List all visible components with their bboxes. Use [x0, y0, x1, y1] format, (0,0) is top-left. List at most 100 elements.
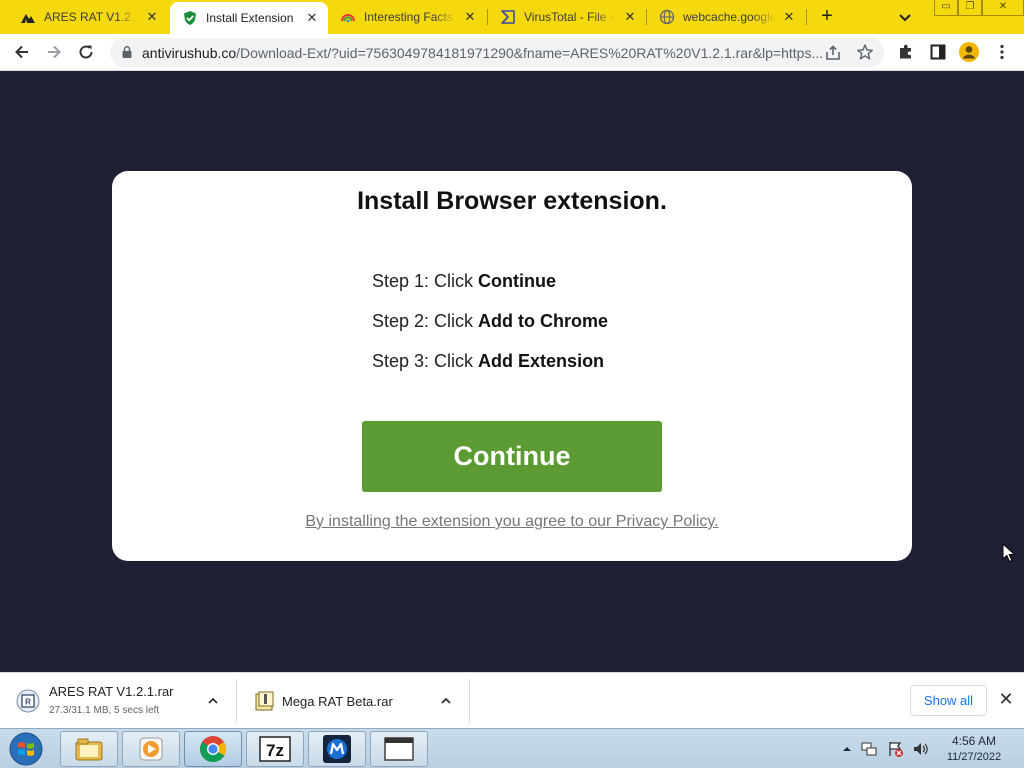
- tab-close-icon[interactable]: ✕: [304, 10, 320, 26]
- steps-list: Step 1: Click Continue Step 2: Click Add…: [372, 271, 608, 391]
- start-button[interactable]: [4, 731, 48, 767]
- tab-separator: [806, 9, 807, 25]
- archive-file-icon: [255, 691, 274, 711]
- network-icon[interactable]: [860, 740, 878, 758]
- url-text[interactable]: antivirushub.co/Download-Ext/?uid=756304…: [142, 45, 828, 61]
- mouse-cursor-icon: [1002, 543, 1016, 563]
- mountain-icon: [20, 9, 36, 25]
- lock-icon[interactable]: [120, 45, 134, 59]
- back-button[interactable]: [11, 41, 33, 63]
- taskbar-chrome[interactable]: [184, 731, 242, 767]
- install-card: Install Browser extension. Step 1: Click…: [112, 171, 912, 561]
- tab-title: ARES RAT V1.2.1.rar: [44, 10, 138, 24]
- chevron-up-icon[interactable]: [439, 694, 453, 708]
- rar-file-icon: R: [16, 689, 40, 713]
- tab-title: Interesting Facts - ...: [364, 10, 456, 24]
- download-filename: ARES RAT V1.2.1.rar: [49, 684, 174, 699]
- step-3: Step 3: Click Add Extension: [372, 351, 608, 391]
- download-progress-text: 27.3/31.1 MB, 5 secs left: [49, 705, 160, 716]
- download-item-mega-rat[interactable]: Mega RAT Beta.rar: [237, 673, 469, 729]
- profile-button[interactable]: [958, 41, 980, 63]
- tab-close-icon[interactable]: ✕: [462, 9, 478, 25]
- taskbar-explorer[interactable]: [60, 731, 118, 767]
- download-item-ares-rat[interactable]: R ARES RAT V1.2.1.rar 27.3/31.1 MB, 5 se…: [0, 673, 236, 729]
- download-shelf: R ARES RAT V1.2.1.rar 27.3/31.1 MB, 5 se…: [0, 672, 1024, 728]
- clock-date: 11/27/2022: [946, 751, 1002, 763]
- extensions-button[interactable]: [895, 41, 917, 63]
- tab-interesting-facts[interactable]: Interesting Facts - ... ✕: [328, 0, 486, 34]
- puzzle-icon: [900, 44, 911, 59]
- tab-install-extension[interactable]: Install Extension ✕: [170, 2, 328, 34]
- taskbar-window[interactable]: [370, 731, 428, 767]
- tab-title: VirusTotal - File - ...: [524, 10, 616, 24]
- shelf-close-icon[interactable]: ✕: [998, 690, 1014, 708]
- taskbar-clock[interactable]: 4:56 AM 11/27/2022: [936, 733, 1012, 765]
- tray-expand-icon[interactable]: [842, 744, 852, 754]
- avatar-icon: [959, 42, 979, 62]
- back-arrow-icon: [15, 45, 28, 59]
- svg-text:R: R: [25, 698, 31, 707]
- taskbar-7zip[interactable]: 7z: [246, 731, 304, 767]
- page-content: Install Browser extension. Step 1: Click…: [0, 71, 1024, 672]
- tab-title: Install Extension: [206, 11, 294, 25]
- tab-close-icon[interactable]: ✕: [622, 9, 638, 25]
- step-action: Add to Chrome: [478, 311, 609, 331]
- reload-icon: [79, 45, 93, 59]
- menu-button[interactable]: [991, 41, 1013, 63]
- system-tray: [842, 737, 930, 761]
- share-icon[interactable]: [824, 44, 842, 62]
- virustotal-icon: [500, 9, 516, 25]
- step-prefix: Step 1: Click: [372, 271, 479, 291]
- browser-toolbar: antivirushub.co/Download-Ext/?uid=756304…: [0, 34, 1024, 71]
- shield-check-icon: [182, 10, 198, 26]
- url-path: /Download-Ext/?uid=7563049784181971290&f…: [236, 45, 824, 61]
- tab-webcache[interactable]: webcache.googleusercontent ✕: [647, 0, 805, 34]
- volume-icon[interactable]: [912, 740, 930, 758]
- tab-search-chevron-icon[interactable]: [896, 8, 914, 26]
- minimize-button[interactable]: ▭: [934, 0, 958, 16]
- address-bar[interactable]: antivirushub.co/Download-Ext/?uid=756304…: [110, 38, 884, 67]
- windows-taskbar: 7z 4:56 AM 11/27/2022: [0, 728, 1024, 768]
- 7zip-label: 7z: [266, 741, 284, 760]
- bookmark-star-icon[interactable]: [856, 43, 874, 61]
- new-tab-button[interactable]: +: [816, 6, 838, 28]
- globe-icon: [659, 9, 675, 25]
- continue-button[interactable]: Continue: [362, 421, 662, 492]
- step-prefix: Step 2: Click: [372, 311, 479, 331]
- shelf-separator: [469, 679, 470, 723]
- step-action: Continue: [478, 271, 557, 291]
- taskbar-media-player[interactable]: [122, 731, 180, 767]
- step-prefix: Step 3: Click: [372, 351, 479, 371]
- windows-logo-icon: [9, 732, 43, 766]
- malwarebytes-icon: [323, 735, 351, 763]
- kebab-menu-icon: [1000, 44, 1004, 60]
- side-panel-button[interactable]: [927, 41, 949, 63]
- tab-virustotal[interactable]: VirusTotal - File - ... ✕: [488, 0, 646, 34]
- restore-button[interactable]: ❐: [958, 0, 982, 16]
- side-panel-icon: [930, 44, 946, 60]
- clock-time: 4:56 AM: [951, 734, 997, 748]
- chrome-icon: [200, 736, 226, 763]
- window-close-button[interactable]: ✕: [982, 0, 1024, 16]
- reload-button[interactable]: [75, 41, 97, 63]
- window-controls: ▭ ❐ ✕: [934, 0, 1024, 18]
- rainbow-icon: [340, 9, 356, 25]
- taskbar-malwarebytes[interactable]: [308, 731, 366, 767]
- chevron-up-icon[interactable]: [206, 694, 220, 708]
- forward-button[interactable]: [43, 41, 65, 63]
- action-center-flag-icon[interactable]: [886, 740, 904, 758]
- tab-close-icon[interactable]: ✕: [781, 9, 797, 25]
- page-title: Install Browser extension.: [357, 187, 667, 215]
- 7zip-icon: 7z: [259, 736, 291, 762]
- url-host: antivirushub.co: [142, 45, 237, 61]
- forward-arrow-icon: [48, 45, 61, 59]
- step-action: Add Extension: [478, 351, 605, 371]
- privacy-policy-link[interactable]: By installing the extension you agree to…: [112, 513, 912, 531]
- tab-ares-rat[interactable]: ARES RAT V1.2.1.rar ✕: [8, 0, 168, 34]
- tab-strip: ARES RAT V1.2.1.rar ✕ Install Extension …: [0, 0, 1024, 34]
- step-1: Step 1: Click Continue: [372, 271, 608, 311]
- tab-close-icon[interactable]: ✕: [144, 9, 160, 25]
- step-2: Step 2: Click Add to Chrome: [372, 311, 608, 351]
- show-all-button[interactable]: Show all: [910, 685, 987, 716]
- media-player-icon: [139, 737, 163, 761]
